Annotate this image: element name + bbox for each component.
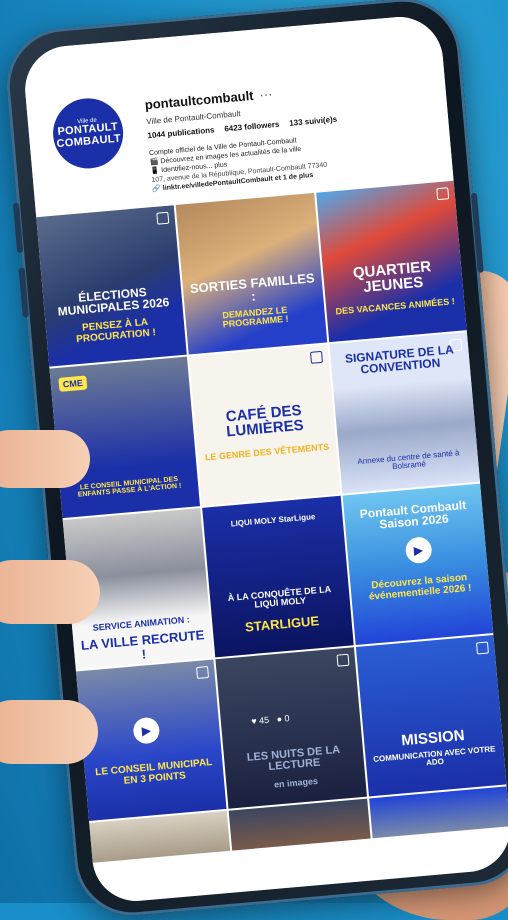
post-tile-starligue[interactable]: LIQUI MOLY StarLigue À LA CONQUÊTE DE LA… bbox=[202, 495, 354, 658]
likes-count: 45 bbox=[258, 714, 270, 726]
post-tile-conseil-municipal[interactable]: ▶ LE CONSEIL MUNICIPAL EN 3 POINTS bbox=[75, 659, 227, 821]
post-title: À LA CONQUÊTE DE LA LIQUI MOLY bbox=[227, 583, 332, 610]
comment-icon: ● bbox=[276, 713, 283, 725]
play-icon[interactable]: ▶ bbox=[404, 536, 433, 565]
profile-avatar[interactable]: Ville de PONTAULT COMBAULT bbox=[50, 95, 127, 172]
comments-count: 0 bbox=[284, 713, 290, 724]
post-title: Pontault Combault Saison 2026 bbox=[359, 497, 467, 532]
post-tile-sorties-familles[interactable]: SORTIES FAMILLES : DEMANDEZ LE PROGRAMME… bbox=[176, 192, 327, 355]
post-subtitle: DEMANDEZ LE PROGRAMME ! bbox=[222, 304, 289, 330]
followers-count[interactable]: 6423 followers bbox=[224, 120, 280, 134]
post-subtitle: PENSEZ À LA PROCURATION ! bbox=[75, 316, 157, 345]
post-tile-saison-2026[interactable]: Pontault Combault Saison 2026 ▶ Découvre… bbox=[342, 483, 494, 646]
post-title: LE CONSEIL MUNICIPAL EN 3 POINTS bbox=[94, 756, 213, 787]
post-subtitle: Annexe du centre de santé à Bolsramé bbox=[357, 448, 460, 472]
post-tile-signature-convention[interactable]: SIGNATURE DE LA CONVENTION Annexe du cen… bbox=[329, 332, 480, 494]
post-tile-elections[interactable]: ÉLECTIONS MUNICIPALES 2026 PENSEZ À LA P… bbox=[36, 205, 188, 367]
post-tile-cafe-lumieres[interactable]: CAFÉ DES LUMIÈRES LE GENRE DES VÊTEMENTS bbox=[189, 344, 341, 506]
post-title: QUARTIER JEUNES bbox=[352, 258, 432, 296]
profile-username: pontaultcombault ··· bbox=[144, 86, 273, 112]
following-count[interactable]: 133 suivi(e)s bbox=[289, 115, 338, 128]
posts-grid: ÉLECTIONS MUNICIPALES 2026 PENSEZ À LA P… bbox=[36, 180, 508, 863]
starligue-badge: LIQUI MOLY StarLigue bbox=[230, 512, 316, 529]
holding-hand-finger bbox=[0, 560, 100, 624]
post-title: LES NUITS DE LA LECTURE bbox=[246, 743, 341, 774]
reel-icon bbox=[336, 653, 350, 667]
post-title: CAFÉ DES LUMIÈRES bbox=[225, 401, 305, 441]
profile-header: Ville de PONTAULT COMBAULT pontaultcomba… bbox=[21, 13, 454, 215]
more-options-icon[interactable]: ··· bbox=[259, 86, 273, 102]
post-subtitle: en images bbox=[273, 775, 319, 790]
post-subtitle: LE CONSEIL MUNICIPAL DES ENFANTS PASSE À… bbox=[77, 475, 182, 500]
pin-icon bbox=[156, 211, 170, 225]
carousel-icon bbox=[309, 350, 323, 364]
post-subtitle: STARLIGUE bbox=[244, 613, 320, 635]
profile-bio: Compte officiel de la Ville de Pontault-… bbox=[149, 134, 329, 194]
play-icon[interactable]: ▶ bbox=[132, 716, 161, 745]
post-title: ÉLECTIONS MUNICIPALES 2026 bbox=[57, 284, 170, 319]
post-subtitle: Découvrez la saison événementielle 2026 … bbox=[368, 572, 472, 603]
post-title: SORTIES FAMILLES : bbox=[189, 270, 316, 304]
reel-icon bbox=[475, 641, 489, 655]
post-stats: ♥ 45 ● 0 bbox=[251, 713, 290, 726]
post-tile-quartier-jeunes[interactable]: QUARTIER JEUNES DES VACANCES ANIMÉES ! bbox=[315, 180, 467, 343]
post-subtitle: DES VACANCES ANIMÉES ! bbox=[335, 296, 456, 317]
post-subtitle: LA VILLE RECRUTE ! bbox=[80, 627, 205, 662]
heart-icon: ♥ bbox=[250, 715, 258, 727]
carousel-icon bbox=[436, 187, 450, 201]
phone-screen: Ville de PONTAULT COMBAULT pontaultcomba… bbox=[21, 13, 508, 905]
post-subtitle: LE GENRE DES VÊTEMENTS bbox=[204, 441, 330, 463]
post-title: SIGNATURE DE LA CONVENTION bbox=[344, 342, 455, 377]
holding-hand-finger bbox=[0, 430, 90, 488]
post-tile-mission-communication[interactable]: MISSION COMMUNICATION AVEC VOTRE ADO bbox=[355, 634, 507, 797]
cme-badge: CME bbox=[58, 375, 88, 392]
post-tile-nuits-lecture[interactable]: ♥ 45 ● 0 LES NUITS DE LA LECTURE en imag… bbox=[215, 647, 367, 809]
reel-icon bbox=[196, 665, 210, 679]
holding-hand-finger bbox=[0, 700, 98, 764]
publications-count[interactable]: 1044 publications bbox=[147, 125, 215, 140]
